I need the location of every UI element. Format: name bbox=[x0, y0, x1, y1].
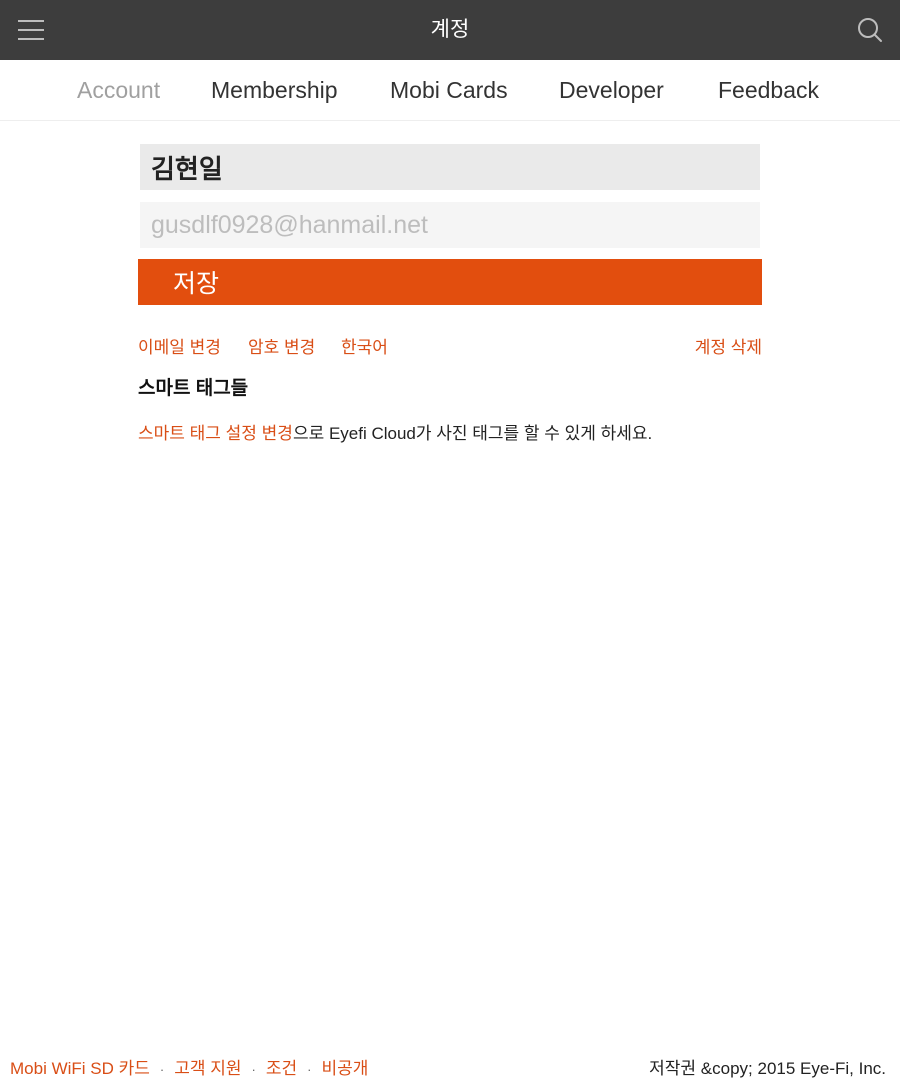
save-button[interactable]: 저장 bbox=[138, 259, 762, 305]
change-password-link[interactable]: 암호 변경 bbox=[248, 337, 315, 359]
search-icon[interactable] bbox=[856, 16, 884, 44]
footer-links: Mobi WiFi SD 카드 · 고객 지원 · 조건 · 비공개 bbox=[10, 1058, 368, 1081]
footer-link-support[interactable]: 고객 지원 bbox=[174, 1059, 241, 1078]
email-input[interactable] bbox=[140, 202, 760, 248]
tab-feedback[interactable]: Feedback bbox=[718, 76, 819, 104]
copyright-text: 저작권 &copy; 2015 Eye-Fi, Inc. bbox=[649, 1059, 886, 1078]
language-link[interactable]: 한국어 bbox=[341, 337, 388, 359]
tab-bar: Account Membership Mobi Cards Developer … bbox=[0, 60, 900, 121]
top-bar: 계정 bbox=[0, 0, 900, 60]
delete-account-link[interactable]: 계정 삭제 bbox=[695, 337, 762, 359]
smart-tags-description: 스마트 태그 설정 변경으로 Eyefi Cloud가 사진 태그를 할 수 있… bbox=[138, 423, 652, 445]
tab-membership[interactable]: Membership bbox=[211, 76, 338, 104]
change-email-link[interactable]: 이메일 변경 bbox=[138, 337, 221, 359]
footer-separator: · bbox=[159, 1062, 165, 1077]
account-page: 계정 Account Membership Mobi Cards Develop… bbox=[0, 0, 900, 1086]
smart-tags-description-text: 으로 Eyefi Cloud가 사진 태그를 할 수 있게 하세요. bbox=[292, 424, 653, 443]
footer-separator: · bbox=[251, 1062, 256, 1077]
tab-developer[interactable]: Developer bbox=[559, 76, 664, 104]
smart-tags-heading: 스마트 태그들 bbox=[138, 378, 249, 399]
smart-tags-settings-link[interactable]: 스마트 태그 설정 변경 bbox=[138, 424, 293, 443]
name-input[interactable] bbox=[140, 144, 760, 190]
footer-link-mobi-card[interactable]: Mobi WiFi SD 카드 bbox=[10, 1059, 150, 1078]
footer-link-terms[interactable]: 조건 bbox=[266, 1059, 297, 1078]
tab-mobi-cards[interactable]: Mobi Cards bbox=[390, 76, 508, 104]
page-title: 계정 bbox=[430, 18, 470, 41]
tab-account[interactable]: Account bbox=[77, 76, 160, 104]
footer: Mobi WiFi SD 카드 · 고객 지원 · 조건 · 비공개 저작권 &copy; … bbox=[0, 1058, 900, 1082]
footer-separator: · bbox=[307, 1062, 312, 1077]
footer-link-privacy[interactable]: 비공개 bbox=[322, 1059, 369, 1078]
